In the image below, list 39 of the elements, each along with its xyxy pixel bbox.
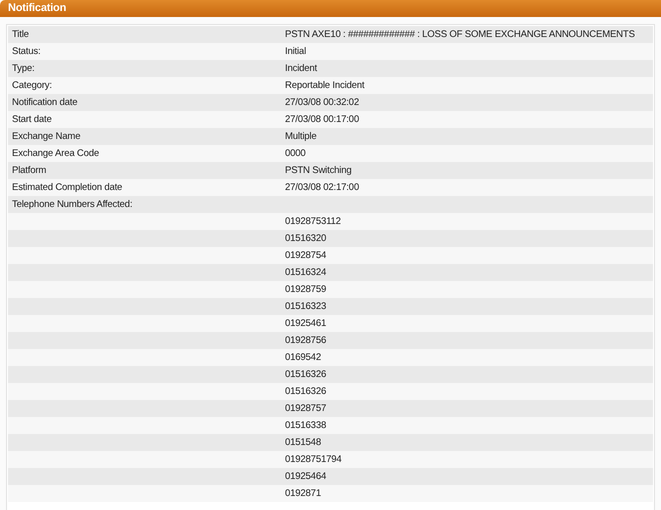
field-value: 27/03/08 02:17:00 (284, 181, 360, 195)
field-label: Category: (11, 79, 53, 93)
field-value: 01928751794 (284, 453, 342, 467)
field-value: Incident (284, 62, 318, 76)
field-label: Type: (11, 62, 36, 76)
field-value: 0192871 (284, 487, 322, 501)
field-value: 0000 (284, 147, 307, 161)
field-label: Platform (11, 164, 48, 178)
field-value: PSTN AXE10 : ############# : LOSS OF SOME EXCHANGE ANNOUNCEMENTS (284, 28, 636, 42)
field-value: 01928754 (284, 249, 328, 263)
field-value: 01516320 (284, 232, 328, 246)
field-value: 01928757 (284, 402, 328, 416)
field-value: Multiple (284, 130, 318, 144)
field-value: 27/03/08 00:32:02 (284, 96, 360, 110)
field-value: 0169542 (284, 351, 322, 365)
field-value: Initial (284, 45, 307, 59)
field-value: 01516326 (284, 368, 328, 382)
field-label: Title (11, 28, 30, 42)
field-value: 01928759 (284, 283, 328, 297)
field-value: 01516324 (284, 266, 328, 280)
field-label: Exchange Name (11, 130, 82, 144)
panel-title: Notification (0, 0, 661, 17)
field-value: 01925464 (284, 470, 328, 484)
field-label: Notification date (11, 96, 78, 110)
field-label: Exchange Area Code (11, 147, 100, 161)
field-value: 27/03/08 00:17:00 (284, 113, 360, 127)
field-label: Estimated Completion date (11, 181, 124, 195)
field-value: 01928756 (284, 334, 328, 348)
field-value: 0151548 (284, 436, 322, 450)
field-value: 01516338 (284, 419, 328, 433)
field-value: 01928753112 (284, 215, 342, 229)
field-label: Status: (11, 45, 42, 59)
field-value: PSTN Switching (284, 164, 353, 178)
field-label: Telephone Numbers Affected: (11, 198, 134, 212)
field-label: Start date (11, 113, 53, 127)
field-value: 01516323 (284, 300, 328, 314)
field-value: 01925461 (284, 317, 328, 331)
field-value: Reportable Incident (284, 79, 366, 93)
field-value: 01516326 (284, 385, 328, 399)
